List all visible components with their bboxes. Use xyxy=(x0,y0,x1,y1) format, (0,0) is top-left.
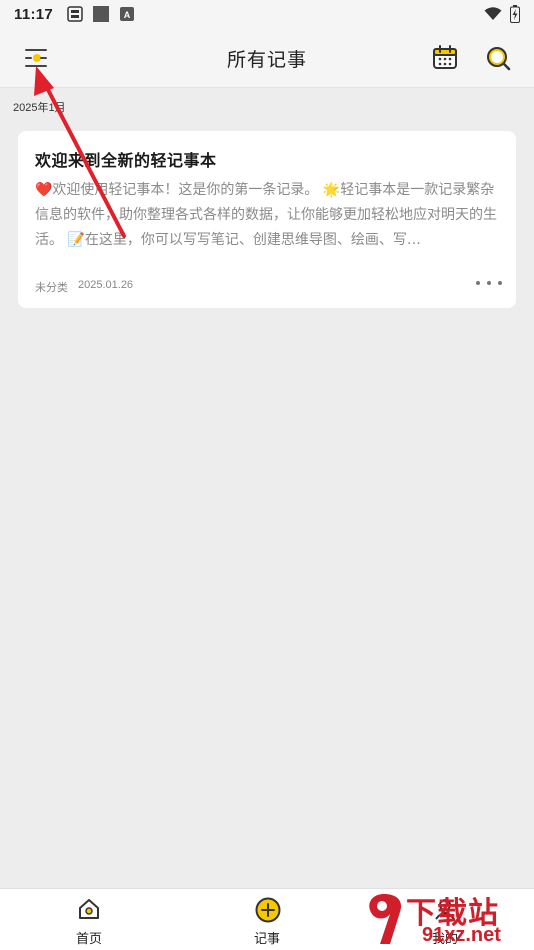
status-bar: 11:17 A xyxy=(0,0,534,28)
add-circle-icon xyxy=(255,897,281,923)
home-icon xyxy=(79,899,99,919)
note-meta: 未分类 2025.01.26 xyxy=(35,279,133,295)
month-section-label: 2025年1月 xyxy=(13,102,66,114)
calendar-icon[interactable] xyxy=(431,44,459,72)
sim-card-icon xyxy=(67,6,83,22)
nav-item-home[interactable]: 首页 xyxy=(59,889,119,950)
status-time: 11:17 xyxy=(14,5,54,23)
wifi-icon xyxy=(484,7,502,20)
watermark-logo xyxy=(369,894,402,944)
watermark-domain: 91xz.net xyxy=(422,924,501,946)
app-header: 所有记事 xyxy=(0,28,534,88)
square-icon xyxy=(93,6,110,22)
note-category: 未分类 xyxy=(35,282,68,294)
svg-text:A: A xyxy=(124,10,131,20)
note-date: 2025.01.26 xyxy=(78,279,134,291)
nav-item-note[interactable]: 记事 xyxy=(237,889,297,950)
nav-label-home: 首页 xyxy=(75,932,102,947)
font-a-icon: A xyxy=(120,7,135,21)
site-watermark: 下载站 91xz.net xyxy=(362,888,534,950)
search-icon[interactable] xyxy=(484,44,512,72)
note-card[interactable]: 欢迎来到全新的轻记事本 ❤️欢迎使用轻记事本！这是你的第一条记录。 🌟轻记事本是… xyxy=(18,131,516,308)
battery-charging-icon xyxy=(510,5,520,23)
more-horizontal-icon[interactable] xyxy=(476,277,502,289)
note-preview: ❤️欢迎使用轻记事本！这是你的第一条记录。 🌟轻记事本是一款记录繁杂信息的软件，… xyxy=(35,182,497,248)
nav-label-note: 记事 xyxy=(253,932,280,947)
note-title: 欢迎来到全新的轻记事本 xyxy=(35,151,217,170)
